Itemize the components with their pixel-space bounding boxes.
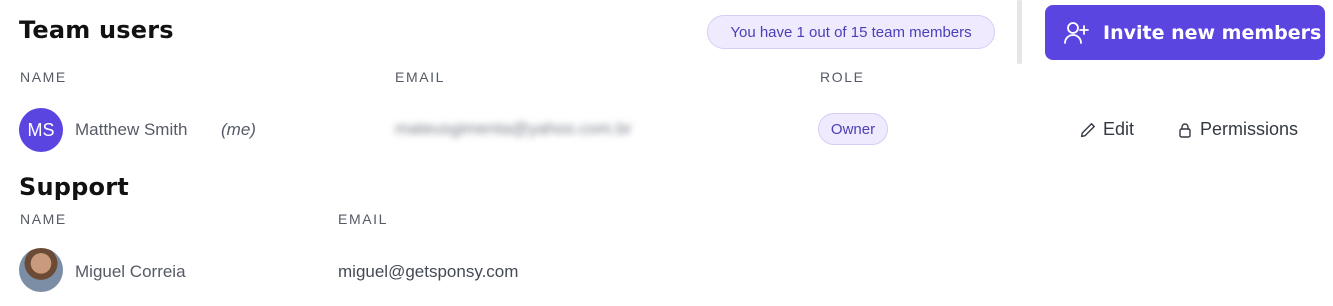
column-header-name: NAME (20, 69, 67, 85)
avatar (19, 248, 63, 292)
support-user-name: Miguel Correia (75, 262, 186, 281)
column-header-email: EMAIL (395, 69, 446, 85)
team-users-title: Team users (19, 16, 174, 44)
member-count-badge: You have 1 out of 15 team members (707, 15, 995, 49)
avatar: MS (19, 108, 63, 152)
support-user-email: miguel@getsponsy.com (338, 262, 519, 281)
invite-new-members-button[interactable]: Invite new members (1045, 5, 1325, 60)
vertical-divider (1017, 0, 1022, 64)
permissions-label: Permissions (1200, 119, 1299, 139)
support-column-header-name: NAME (20, 211, 67, 227)
user-plus-icon (1064, 21, 1089, 44)
support-title: Support (19, 173, 129, 201)
user-name: Matthew Smith (75, 120, 188, 139)
lock-icon (1179, 122, 1191, 138)
invite-button-label: Invite new members (1103, 21, 1322, 44)
user-email-blurred: mateusgimenta@yahoo.com.br (395, 119, 632, 138)
role-badge: Owner (818, 113, 888, 145)
column-header-role: ROLE (820, 69, 865, 85)
permissions-button[interactable]: Permissions (1177, 119, 1298, 140)
team-user-row: MS (19, 108, 63, 152)
edit-button[interactable]: Edit (1080, 119, 1134, 140)
support-column-header-email: EMAIL (338, 211, 389, 227)
support-user-row (19, 248, 63, 292)
me-indicator: (me) (221, 120, 256, 139)
edit-label: Edit (1103, 119, 1135, 139)
pencil-icon (1080, 122, 1095, 137)
